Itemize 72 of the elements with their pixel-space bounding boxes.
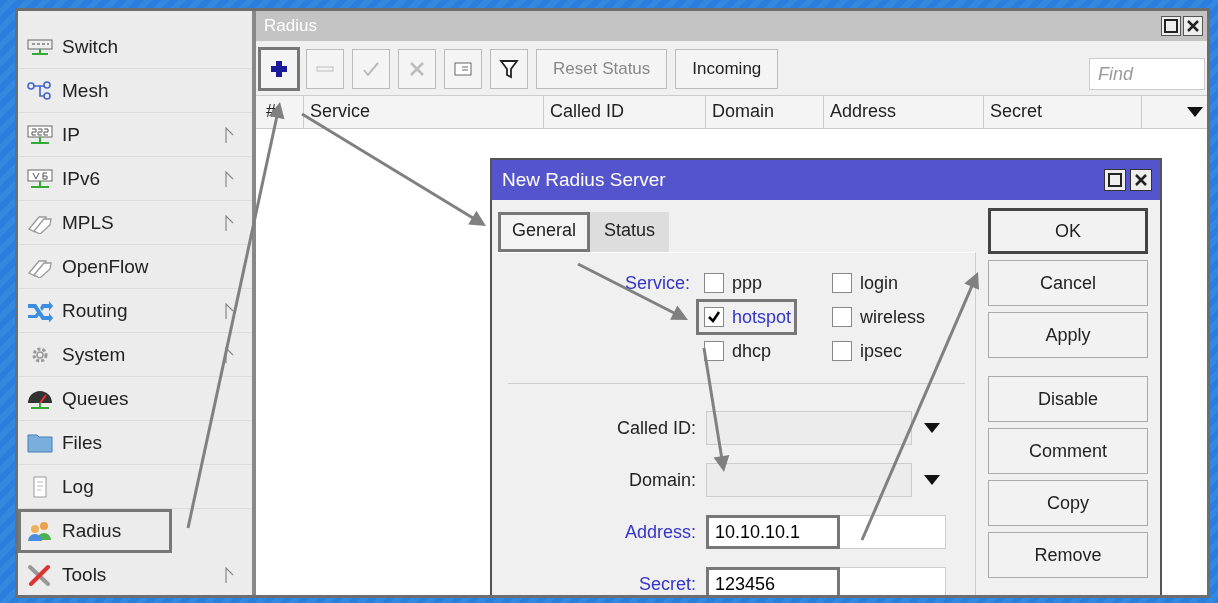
column-header[interactable]: Secret	[984, 96, 1142, 128]
sidebar-item[interactable]: Switch	[18, 25, 252, 69]
close-icon[interactable]	[1183, 16, 1203, 36]
sidebar-item[interactable]: Log	[18, 465, 252, 509]
column-header[interactable]: Domain	[706, 96, 824, 128]
sidebar-item[interactable]: Routing	[18, 289, 252, 333]
sidebar-item[interactable]: MPLS	[18, 201, 252, 245]
sidebar-item[interactable]: OpenFlow	[18, 245, 252, 289]
field-label: Secret:	[637, 573, 697, 595]
dialog-button[interactable]: Comment	[988, 428, 1148, 474]
switch-icon	[26, 36, 54, 57]
dialog-button[interactable]: OK	[988, 208, 1148, 254]
sidebar-item[interactable]: IP	[18, 113, 252, 157]
column-header[interactable]: Called ID	[544, 96, 706, 128]
dialog-button[interactable]: Apply	[988, 312, 1148, 358]
plus-icon	[269, 59, 289, 79]
field-label: Service:	[623, 272, 691, 294]
input-field[interactable]: 123456	[706, 567, 946, 595]
comment-icon	[453, 59, 473, 79]
filter-button[interactable]	[490, 49, 528, 89]
close-icon[interactable]	[1130, 169, 1152, 191]
sidebar-item[interactable]: Queues	[18, 377, 252, 421]
sidebar-item[interactable]: Tools	[18, 553, 252, 595]
checkbox-option[interactable]: wireless	[826, 301, 929, 333]
folder-icon	[26, 431, 54, 454]
dialog-title: New Radius Server	[502, 169, 666, 191]
dropdown-field[interactable]	[706, 411, 912, 445]
dropdown-icon[interactable]	[924, 423, 940, 433]
dropdown-icon[interactable]	[924, 475, 940, 485]
field-label: Domain:	[627, 469, 697, 491]
checkbox[interactable]	[704, 273, 724, 293]
sidebar-item[interactable]: Radius	[18, 509, 172, 553]
checkmark-icon	[707, 310, 721, 324]
users-icon	[26, 519, 54, 542]
checkbox-option[interactable]: dhcp	[698, 335, 776, 367]
mesh-icon	[26, 79, 54, 102]
sidebar-item[interactable]: Files	[18, 421, 252, 465]
dropdown-field[interactable]	[706, 463, 912, 497]
tab[interactable]: General	[498, 212, 591, 252]
maximize-icon[interactable]	[1104, 169, 1126, 191]
network-icon	[26, 123, 54, 146]
crossed-arrows-icon	[26, 299, 54, 322]
add-button[interactable]	[260, 49, 298, 89]
dialog-button[interactable]: Copy	[988, 480, 1148, 526]
field-label: Address:	[623, 521, 697, 543]
checkbox[interactable]	[832, 307, 852, 327]
tab[interactable]: Status	[590, 212, 670, 252]
maximize-icon[interactable]	[1161, 16, 1181, 36]
checkbox[interactable]	[704, 307, 724, 327]
sidebar-item[interactable]: System	[18, 333, 252, 377]
toolbar-button[interactable]: Incoming	[675, 49, 779, 89]
checkbox[interactable]	[832, 341, 852, 361]
network-icon	[26, 167, 54, 190]
sidebar-item[interactable]: IPv6	[18, 157, 252, 201]
dialog-button[interactable]: Remove	[988, 532, 1148, 578]
dialog-button[interactable]: Cancel	[988, 260, 1148, 306]
checkbox[interactable]	[704, 341, 724, 361]
field-label: Called ID:	[615, 417, 697, 439]
filter-icon	[499, 59, 519, 79]
column-menu-icon[interactable]	[1187, 107, 1203, 117]
column-header[interactable]: Address	[824, 96, 984, 128]
checkbox-option[interactable]: login	[826, 267, 903, 299]
sidebar-item[interactable]: Mesh	[18, 69, 252, 113]
checkbox[interactable]	[832, 273, 852, 293]
checkbox-option[interactable]: hotspot	[698, 301, 796, 333]
window-title: Radius	[264, 16, 317, 36]
checkbox-option[interactable]: ipsec	[826, 335, 907, 367]
comment-button[interactable]	[444, 49, 482, 89]
find-field[interactable]: Find	[1089, 58, 1205, 90]
dialog-button[interactable]: Disable	[988, 376, 1148, 422]
column-header[interactable]: Service	[304, 96, 544, 128]
checkbox-option[interactable]: ppp	[698, 267, 767, 299]
